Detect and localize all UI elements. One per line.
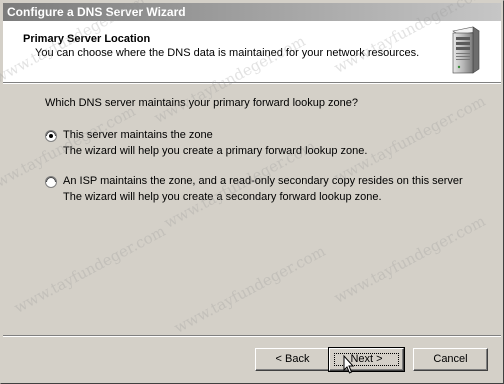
window-title: Configure a DNS Server Wizard <box>7 5 186 19</box>
server-icon <box>452 26 480 74</box>
option-isp-description: The wizard will help you create a second… <box>63 191 382 203</box>
option-this-server-description: The wizard will help you create a primar… <box>63 145 368 157</box>
mouse-pointer-icon <box>343 355 355 374</box>
title-bar[interactable]: Configure a DNS Server Wizard <box>3 3 501 21</box>
wizard-window: Configure a DNS Server Wizard Primary Se… <box>0 0 504 384</box>
header-divider-highlight <box>3 83 501 84</box>
option-isp-label: An ISP maintains the zone, and a read-on… <box>63 175 463 187</box>
page-title: Primary Server Location <box>23 33 151 45</box>
footer-divider-highlight <box>3 336 501 337</box>
zone-question: Which DNS server maintains your primary … <box>45 97 359 109</box>
radio-this-server[interactable] <box>45 130 57 142</box>
watermark: www.tayfundeger.com <box>171 241 329 337</box>
watermark: www.tayfundeger.com <box>331 211 489 307</box>
next-button[interactable]: Next > <box>328 347 405 372</box>
radio-isp[interactable] <box>45 176 57 188</box>
back-button[interactable]: < Back <box>255 348 330 371</box>
cancel-button[interactable]: Cancel <box>413 348 488 371</box>
option-this-server-label: This server maintains the zone <box>63 129 213 141</box>
page-subtitle: You can choose where the DNS data is mai… <box>35 47 420 59</box>
watermark: www.tayfundeger.com <box>11 221 169 317</box>
